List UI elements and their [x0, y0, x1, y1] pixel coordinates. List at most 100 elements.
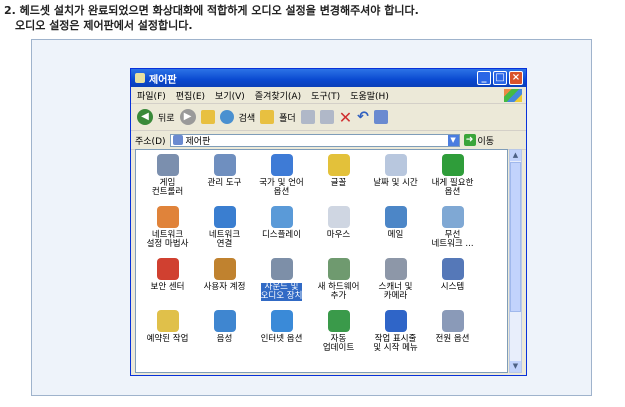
back-label[interactable]: 뒤로: [158, 111, 175, 124]
control-panel-item[interactable]: 전원 옵션: [424, 310, 481, 362]
folders-icon[interactable]: [260, 110, 275, 124]
control-panel-item[interactable]: 새 하드웨어 추가: [310, 258, 367, 310]
control-panel-item[interactable]: 네트워크 설정 마법사: [139, 206, 196, 258]
vertical-scrollbar[interactable]: ▲ ▼: [509, 149, 522, 373]
address-field[interactable]: 제어판 ▼: [169, 133, 460, 147]
control-panel-item[interactable]: 인터넷 옵션: [253, 310, 310, 362]
instruction-text: 2. 헤드셋 설치가 완료되었으면 화상대화에 적합하게 오디오 설정을 변경해…: [4, 3, 419, 33]
control-panel-item[interactable]: 내게 필요한 옵션: [424, 154, 481, 206]
instruction-line-2: 오디오 설정은 제어판에서 설정합니다.: [15, 19, 193, 32]
go-arrow-icon: ➜: [463, 134, 476, 146]
scroll-thumb[interactable]: [510, 162, 521, 312]
control-panel-item-icon: [156, 206, 179, 228]
control-panel-item[interactable]: 메일: [367, 206, 424, 258]
menu-edit[interactable]: 편집(E): [176, 89, 205, 102]
control-panel-item-label: 게임 컨트롤러: [151, 178, 184, 197]
menu-favorites[interactable]: 즐겨찾기(A): [255, 89, 301, 102]
control-panel-item[interactable]: 보안 센터: [139, 258, 196, 310]
address-value: 제어판: [185, 136, 211, 147]
control-panel-item-label: 날짜 및 시간: [373, 178, 418, 188]
up-folder-icon[interactable]: [200, 110, 215, 124]
control-panel-item-icon: [384, 154, 407, 176]
menu-help[interactable]: 도움말(H): [350, 89, 389, 102]
control-panel-item-icon: [270, 206, 293, 228]
control-panel-item[interactable]: 스캐너 및 카메라: [367, 258, 424, 310]
toolbar: ◀ 뒤로 ▶ 검색 폴더 ✕ ↶: [131, 104, 526, 131]
control-panel-item[interactable]: 사용자 계정: [196, 258, 253, 310]
address-label: 주소(D): [135, 136, 166, 147]
control-panel-item-icon: [384, 206, 407, 228]
minimize-button[interactable]: _: [477, 71, 491, 85]
control-panel-item[interactable]: 예약된 작업: [139, 310, 196, 362]
go-button[interactable]: ➜ 이동: [463, 134, 495, 147]
control-panel-item[interactable]: 작업 표시줄 및 시작 메뉴: [367, 310, 424, 362]
control-panel-item-icon: [327, 206, 350, 228]
menu-view[interactable]: 보기(V): [215, 89, 245, 102]
go-label: 이동: [477, 136, 495, 147]
control-panel-item[interactable]: 마우스: [310, 206, 367, 258]
control-panel-item-label: 음성: [216, 334, 233, 344]
scroll-down-icon[interactable]: ▼: [510, 361, 521, 372]
control-panel-item-label: 자동 업데이트: [322, 334, 355, 353]
control-panel-item[interactable]: 사운드 및 오디오 장치: [253, 258, 310, 310]
views-icon[interactable]: [373, 110, 388, 124]
control-panel-item-label: 글꼴: [330, 178, 347, 188]
control-panel-item-label: 내게 필요한 옵션: [431, 178, 474, 197]
control-panel-item-icon: [441, 258, 464, 280]
search-label[interactable]: 검색: [239, 111, 256, 124]
back-arrow-icon[interactable]: ◀: [137, 109, 153, 125]
control-panel-item[interactable]: 네트워크 연결: [196, 206, 253, 258]
copy-to-icon[interactable]: [319, 110, 334, 124]
search-icon[interactable]: [219, 110, 234, 124]
menu-file[interactable]: 파일(F): [137, 89, 166, 102]
windows-logo-icon: [504, 88, 522, 102]
control-panel-small-icon: [172, 135, 183, 145]
control-panel-item[interactable]: 음성: [196, 310, 253, 362]
control-panel-item[interactable]: 자동 업데이트: [310, 310, 367, 362]
control-panel-item-label: 사용자 계정: [203, 282, 246, 292]
window-title: 제어판: [149, 74, 177, 86]
control-panel-item-icon: [327, 310, 350, 332]
control-panel-item-label: 무선 네트워크 ...: [431, 230, 474, 249]
title-bar[interactable]: 제어판 _ □ ×: [131, 69, 526, 87]
address-bar: 주소(D) 제어판 ▼ ➜ 이동: [131, 131, 526, 150]
control-panel-item-label: 인터넷 옵션: [260, 334, 303, 344]
control-panel-item-label: 시스템: [440, 282, 465, 292]
control-panel-item[interactable]: 국가 및 언어 옵션: [253, 154, 310, 206]
control-panel-item-label: 네트워크 설정 마법사: [146, 230, 189, 249]
control-panel-item-icon: [213, 310, 236, 332]
control-panel-item[interactable]: 디스플레이: [253, 206, 310, 258]
control-panel-item-label: 보안 센터: [150, 282, 185, 292]
forward-arrow-icon[interactable]: ▶: [179, 109, 196, 125]
maximize-button[interactable]: □: [493, 71, 507, 85]
control-panel-item[interactable]: 글꼴: [310, 154, 367, 206]
control-panel-item-icon: [441, 206, 464, 228]
scroll-up-icon[interactable]: ▲: [510, 150, 521, 161]
control-panel-item[interactable]: 시스템: [424, 258, 481, 310]
control-panel-item-label: 마우스: [326, 230, 351, 240]
control-panel-item-icon: [213, 154, 236, 176]
control-panel-item-label: 사운드 및 오디오 장치: [259, 282, 304, 302]
control-panel-item-icon: [327, 154, 350, 176]
menu-tools[interactable]: 도구(T): [311, 89, 340, 102]
folders-label[interactable]: 폴더: [279, 111, 296, 124]
control-panel-item-icon: [270, 310, 293, 332]
delete-icon[interactable]: ✕: [339, 108, 352, 127]
control-panel-item[interactable]: 게임 컨트롤러: [139, 154, 196, 206]
control-panel-item-icon: [327, 258, 350, 280]
control-panel-item[interactable]: 날짜 및 시간: [367, 154, 424, 206]
control-panel-item[interactable]: 관리 도구: [196, 154, 253, 206]
undo-icon[interactable]: ↶: [357, 109, 369, 125]
control-panel-item[interactable]: 무선 네트워크 ...: [424, 206, 481, 258]
close-button[interactable]: ×: [509, 71, 523, 85]
address-dropdown-icon[interactable]: ▼: [447, 134, 459, 146]
control-panel-item-icon: [270, 154, 293, 176]
menu-bar: 파일(F) 편집(E) 보기(V) 즐겨찾기(A) 도구(T) 도움말(H): [131, 87, 526, 104]
control-panel-item-icon: [384, 258, 407, 280]
control-panel-item-icon: [156, 258, 179, 280]
move-to-icon[interactable]: [300, 110, 315, 124]
control-panel-item-label: 작업 표시줄 및 시작 메뉴: [373, 334, 418, 353]
control-panel-item-icon: [270, 258, 293, 280]
control-panel-item-label: 새 하드웨어 추가: [317, 282, 360, 301]
instruction-line-1: 2. 헤드셋 설치가 완료되었으면 화상대화에 적합하게 오디오 설정을 변경해…: [4, 4, 419, 17]
